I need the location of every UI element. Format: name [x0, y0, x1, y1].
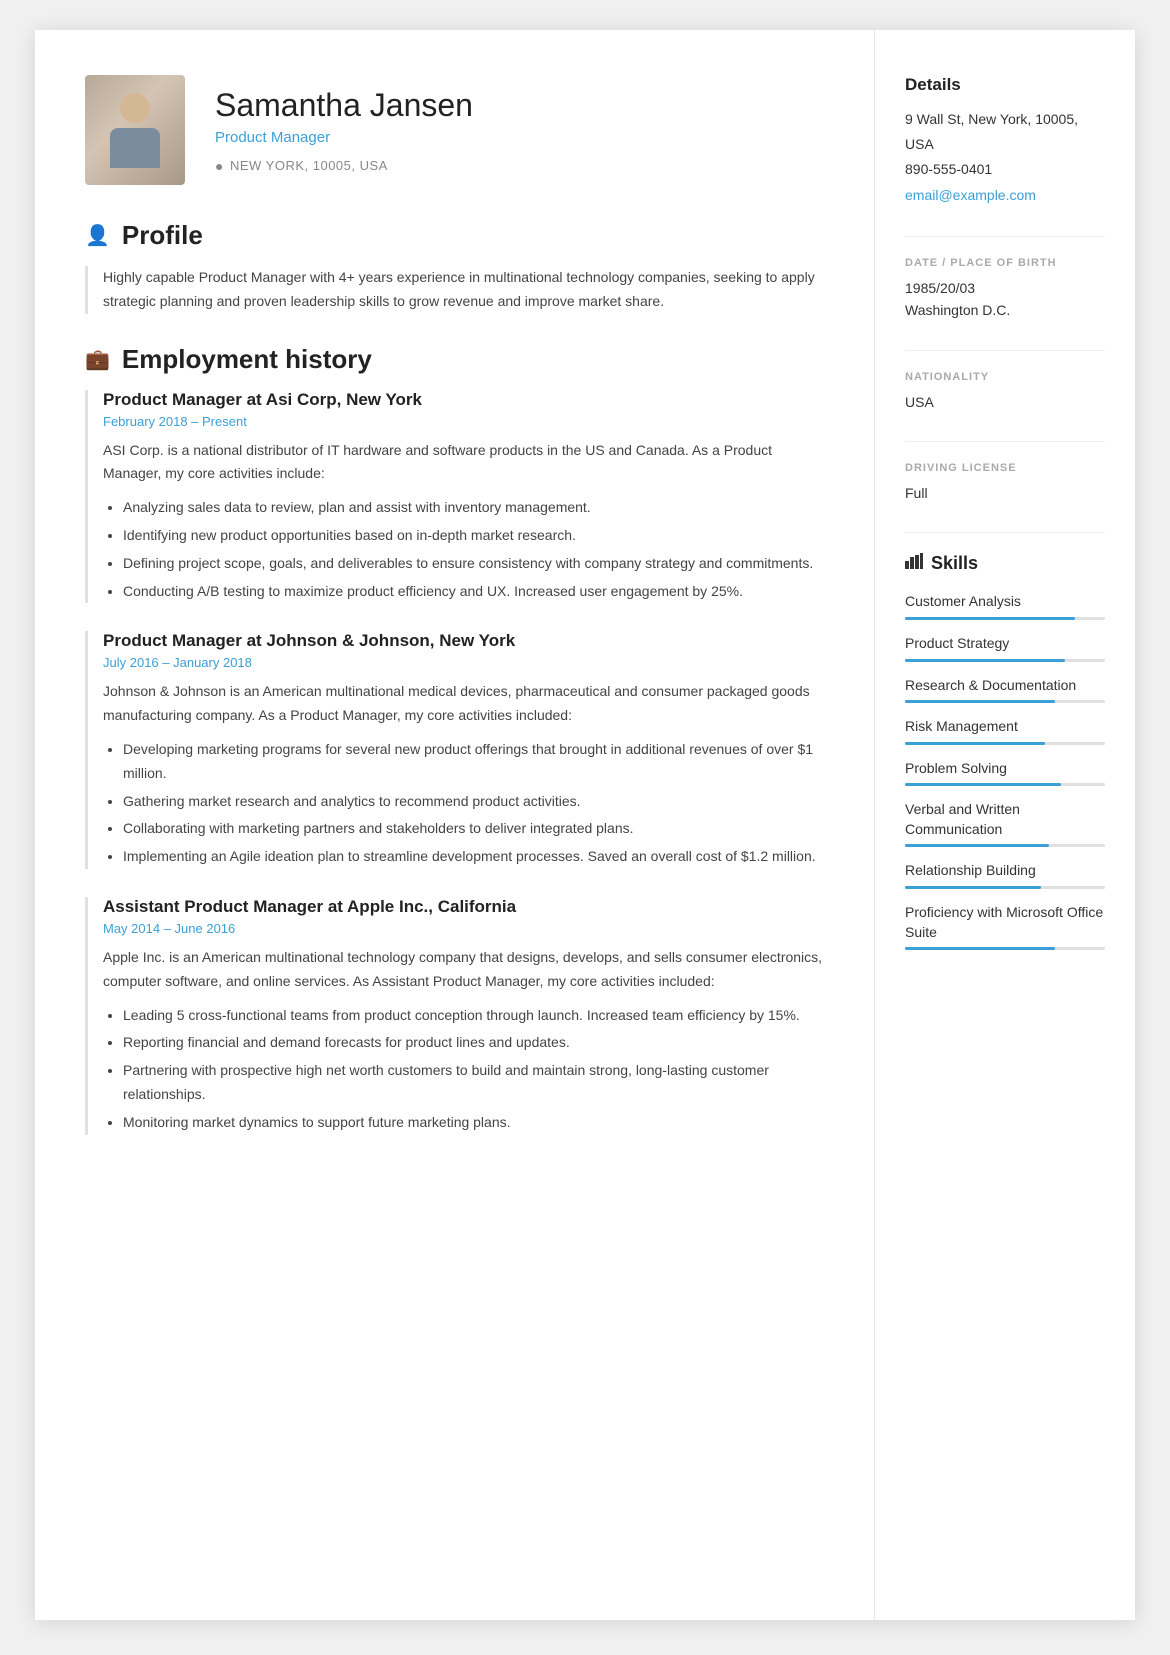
job-3-title: Assistant Product Manager at Apple Inc.,…: [103, 897, 824, 917]
job-3-bullets: Leading 5 cross-functional teams from pr…: [103, 1004, 824, 1135]
header-info: Samantha Jansen Product Manager ● NEW YO…: [215, 87, 473, 174]
list-item: Monitoring market dynamics to support fu…: [123, 1111, 824, 1135]
employment-section: 💼 Employment history Product Manager at …: [85, 344, 824, 1135]
skill-bar-bg: [905, 844, 1105, 847]
resume-container: Samantha Jansen Product Manager ● NEW YO…: [35, 30, 1135, 1620]
phone: 890-555-0401: [905, 157, 1105, 182]
skill-bar-bg: [905, 783, 1105, 786]
job-3-description: Apple Inc. is an American multinational …: [103, 946, 824, 994]
skills-header: Skills: [905, 553, 1105, 574]
profile-section: 👤 Profile Highly capable Product Manager…: [85, 220, 824, 314]
driving-value: Full: [905, 482, 1105, 504]
sidebar-dob: DATE / PLACE OF BIRTH 1985/20/03 Washing…: [905, 257, 1105, 322]
profile-section-header: 👤 Profile: [85, 220, 824, 251]
profile-title: Profile: [122, 220, 203, 251]
skill-microsoft-office: Proficiency with Microsoft Office Suite: [905, 903, 1105, 950]
skill-bar-bg: [905, 659, 1105, 662]
skill-name: Customer Analysis: [905, 592, 1105, 612]
address: 9 Wall St, New York, 10005, USA: [905, 107, 1105, 157]
list-item: Developing marketing programs for severa…: [123, 738, 824, 786]
candidate-title: Product Manager: [215, 129, 473, 146]
list-item: Conducting A/B testing to maximize produ…: [123, 580, 824, 604]
skill-bar-bg: [905, 742, 1105, 745]
job-2-title: Product Manager at Johnson & Johnson, Ne…: [103, 631, 824, 651]
employment-title: Employment history: [122, 344, 372, 375]
dob-label: DATE / PLACE OF BIRTH: [905, 257, 1105, 269]
skill-bar-fill: [905, 947, 1055, 950]
list-item: Gathering market research and analytics …: [123, 790, 824, 814]
location-icon: ●: [215, 158, 224, 174]
employment-section-header: 💼 Employment history: [85, 344, 824, 375]
skill-bar-bg: [905, 617, 1105, 620]
skill-bar-fill: [905, 886, 1041, 889]
avatar: [85, 75, 185, 185]
sidebar-nationality: NATIONALITY USA: [905, 371, 1105, 413]
skill-name: Relationship Building: [905, 861, 1105, 881]
skill-problem-solving: Problem Solving: [905, 759, 1105, 787]
skill-risk-management: Risk Management: [905, 717, 1105, 745]
skill-bar-fill: [905, 742, 1045, 745]
skill-product-strategy: Product Strategy: [905, 634, 1105, 662]
candidate-location: ● NEW YORK, 10005, USA: [215, 158, 473, 174]
sidebar-skills: Skills Customer Analysis Product Strateg…: [905, 553, 1105, 950]
nationality-label: NATIONALITY: [905, 371, 1105, 383]
job-1: Product Manager at Asi Corp, New York Fe…: [85, 390, 824, 604]
skill-verbal-written-communication: Verbal and Written Communication: [905, 800, 1105, 847]
email[interactable]: email@example.com: [905, 187, 1036, 203]
job-2-dates: July 2016 – January 2018: [103, 655, 824, 670]
skill-name: Risk Management: [905, 717, 1105, 737]
list-item: Partnering with prospective high net wor…: [123, 1059, 824, 1107]
job-2: Product Manager at Johnson & Johnson, Ne…: [85, 631, 824, 869]
resume-header: Samantha Jansen Product Manager ● NEW YO…: [85, 75, 824, 185]
job-3-dates: May 2014 – June 2016: [103, 921, 824, 936]
job-1-dates: February 2018 – Present: [103, 414, 824, 429]
skill-name: Problem Solving: [905, 759, 1105, 779]
job-2-bullets: Developing marketing programs for severa…: [103, 738, 824, 869]
skills-bar-icon: [905, 553, 923, 574]
sidebar-contact: 9 Wall St, New York, 10005, USA 890-555-…: [905, 107, 1105, 208]
job-1-bullets: Analyzing sales data to review, plan and…: [103, 496, 824, 603]
list-item: Identifying new product opportunities ba…: [123, 524, 824, 548]
job-1-description: ASI Corp. is a national distributor of I…: [103, 439, 824, 487]
job-1-title: Product Manager at Asi Corp, New York: [103, 390, 824, 410]
skill-bar-fill: [905, 700, 1055, 703]
birthplace-value: Washington D.C.: [905, 299, 1105, 321]
skill-bar-bg: [905, 947, 1105, 950]
skill-name: Verbal and Written Communication: [905, 800, 1105, 839]
skill-bar-fill: [905, 659, 1065, 662]
job-2-description: Johnson & Johnson is an American multina…: [103, 680, 824, 728]
dob-value: 1985/20/03: [905, 277, 1105, 299]
driving-label: DRIVING LICENSE: [905, 462, 1105, 474]
skill-bar-fill: [905, 617, 1075, 620]
employment-icon: 💼: [85, 347, 110, 372]
profile-icon: 👤: [85, 223, 110, 248]
skill-bar-bg: [905, 700, 1105, 703]
skill-name: Research & Documentation: [905, 676, 1105, 696]
list-item: Defining project scope, goals, and deliv…: [123, 552, 824, 576]
skill-bar-bg: [905, 886, 1105, 889]
list-item: Analyzing sales data to review, plan and…: [123, 496, 824, 520]
sidebar-details: Details 9 Wall St, New York, 10005, USA …: [905, 75, 1105, 208]
profile-text: Highly capable Product Manager with 4+ y…: [85, 266, 824, 314]
list-item: Leading 5 cross-functional teams from pr…: [123, 1004, 824, 1028]
list-item: Implementing an Agile ideation plan to s…: [123, 845, 824, 869]
skill-name: Product Strategy: [905, 634, 1105, 654]
skill-customer-analysis: Customer Analysis: [905, 592, 1105, 620]
skill-bar-fill: [905, 783, 1061, 786]
sidebar-driving: DRIVING LICENSE Full: [905, 462, 1105, 504]
details-title: Details: [905, 75, 1105, 95]
job-3: Assistant Product Manager at Apple Inc.,…: [85, 897, 824, 1135]
main-content: Samantha Jansen Product Manager ● NEW YO…: [35, 30, 875, 1620]
list-item: Reporting financial and demand forecasts…: [123, 1031, 824, 1055]
list-item: Collaborating with marketing partners an…: [123, 817, 824, 841]
skill-name: Proficiency with Microsoft Office Suite: [905, 903, 1105, 942]
candidate-name: Samantha Jansen: [215, 87, 473, 124]
skill-bar-fill: [905, 844, 1049, 847]
skill-relationship-building: Relationship Building: [905, 861, 1105, 889]
nationality-value: USA: [905, 391, 1105, 413]
skill-research-documentation: Research & Documentation: [905, 676, 1105, 704]
sidebar: Details 9 Wall St, New York, 10005, USA …: [875, 30, 1135, 1620]
skills-title: Skills: [931, 553, 978, 574]
